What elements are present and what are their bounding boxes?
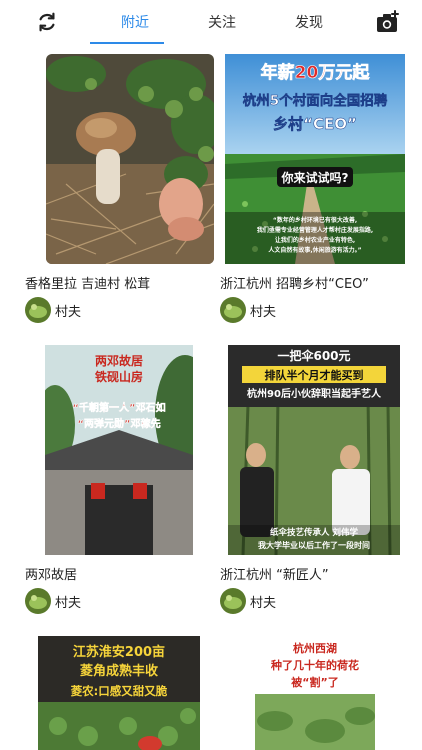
author-name: 村夫: [55, 304, 82, 320]
video-thumbnail[interactable]: 年薪20万元起 杭州5个村面向全国招聘 乡村“CEO” 你来试试吗? “数年的乡…: [225, 54, 405, 264]
author-name: 村夫: [250, 304, 277, 320]
overlay-line: 种了几十年的荷花: [270, 658, 359, 672]
avatar: [220, 588, 246, 614]
top-bar: 附近 关注 发现: [0, 0, 422, 44]
feed-card[interactable]: 江苏淮安200亩 菱角成熟丰收 菱农:口感又甜又脆: [38, 636, 208, 750]
tab-discover[interactable]: 发现: [295, 12, 323, 32]
author-name: 村夫: [55, 595, 82, 611]
video-thumbnail[interactable]: 一把伞600元 排队半个月才能买到 杭州90后小伙辞职当起手艺人 纸伞技艺传承人…: [228, 345, 400, 555]
video-thumbnail[interactable]: 杭州西湖 种了几十年的荷花 被“割”了: [255, 636, 375, 750]
feed-card[interactable]: 年薪20万元起 杭州5个村面向全国招聘 乡村“CEO” 你来试试吗? “数年的乡…: [220, 54, 405, 324]
overlay-line: 杭州西湖: [293, 641, 337, 655]
overlay-line: 铁砚山房: [95, 369, 143, 384]
refresh-icon[interactable]: [33, 8, 61, 36]
tab-following[interactable]: 关注: [208, 12, 236, 32]
card-caption: 浙江杭州 “新匠人”: [220, 568, 329, 583]
card-author[interactable]: 村夫: [220, 588, 276, 614]
card-author[interactable]: 村夫: [25, 297, 81, 323]
overlay-quote: 人文自然有故事,休闲旅游有活力。”: [268, 246, 361, 254]
overlay-line: 菱农:口感又甜又脆: [71, 684, 168, 698]
avatar: [25, 588, 51, 614]
overlay-line: “千朝第一人”邓石如: [72, 401, 165, 414]
overlay-subtitle: 纸伞技艺传承人 刘伟学: [270, 527, 358, 538]
card-caption: 两邓故居: [25, 568, 78, 583]
overlay-subtitle: 我大学毕业以后工作了一段时间: [258, 540, 370, 550]
overlay-line: “两弹元勋”邓稼先: [77, 417, 160, 430]
card-author[interactable]: 村夫: [220, 297, 276, 323]
overlay-line: 江苏淮安200亩: [73, 644, 165, 660]
feed-tabs: 附近 关注 发现: [100, 0, 356, 44]
tab-nearby[interactable]: 附近: [121, 12, 149, 32]
card-caption: 香格里拉 吉迪村 松茸: [25, 277, 151, 292]
card-author[interactable]: 村夫: [25, 588, 81, 614]
card-caption: 浙江杭州 招聘乡村“CEO”: [220, 277, 369, 292]
camera-icon[interactable]: [374, 8, 402, 36]
overlay-question: 你来试试吗?: [281, 170, 349, 185]
video-thumbnail[interactable]: 两邓故居 铁砚山房 “千朝第一人”邓石如 “两弹元勋”邓稼先: [45, 345, 193, 555]
avatar: [25, 297, 51, 323]
feed-card[interactable]: 两邓故居 铁砚山房 “千朝第一人”邓石如 “两弹元勋”邓稼先 两邓故居 村夫: [25, 345, 195, 615]
overlay-line: 被“割”了: [291, 675, 338, 689]
feed-card[interactable]: 杭州西湖 种了几十年的荷花 被“割”了: [255, 636, 422, 750]
overlay-quote: 我们亟需专业经营管理人才帮村庄发展指路,: [257, 226, 373, 234]
overlay-quote: 让我们的乡村农业产业有特色,: [275, 236, 355, 244]
feed-card[interactable]: 一把伞600元 排队半个月才能买到 杭州90后小伙辞职当起手艺人 纸伞技艺传承人…: [220, 345, 400, 615]
video-thumbnail[interactable]: 江苏淮安200亩 菱角成熟丰收 菱农:口感又甜又脆: [38, 636, 200, 750]
overlay-headline: 年薪20万元起: [261, 62, 371, 83]
overlay-quote: “数年的乡村环境已有很大改善,: [273, 216, 357, 224]
overlay-line: 杭州5个村面向全国招聘: [243, 92, 388, 109]
video-thumbnail[interactable]: [46, 54, 214, 264]
overlay-line: 杭州90后小伙辞职当起手艺人: [247, 387, 382, 400]
overlay-line: 菱角成熟丰收: [80, 663, 159, 679]
avatar: [220, 297, 246, 323]
overlay-line: 两邓故居: [95, 353, 143, 368]
overlay-line: 排队半个月才能买到: [265, 368, 364, 382]
feed-card[interactable]: 香格里拉 吉迪村 松茸 村夫: [25, 54, 214, 324]
active-tab-indicator: [90, 42, 164, 44]
overlay-line: 一把伞600元: [277, 348, 350, 363]
author-name: 村夫: [250, 595, 277, 611]
overlay-line: 乡村“CEO”: [273, 115, 357, 133]
